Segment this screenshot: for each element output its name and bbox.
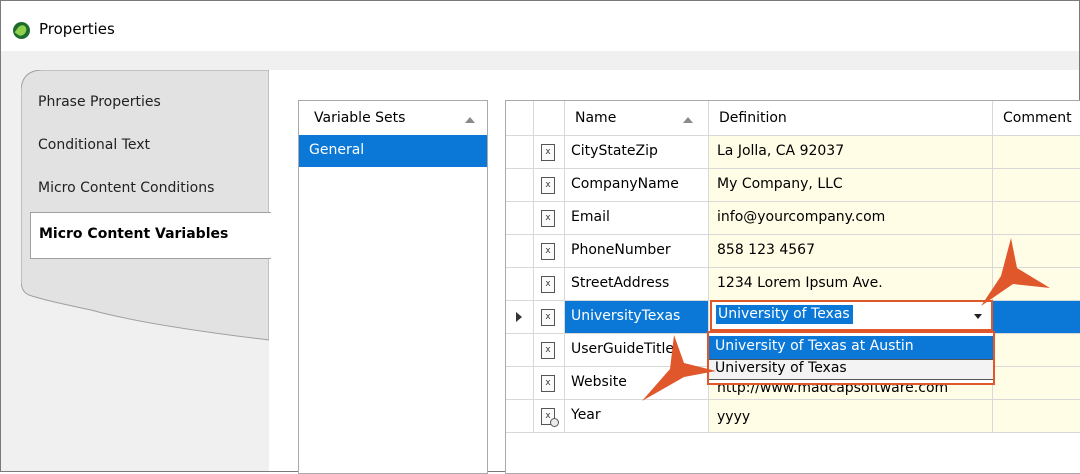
comment-cell[interactable]	[993, 367, 1080, 399]
text-variable-icon: x	[541, 144, 555, 161]
definition-cell[interactable]: My Company, LLC	[709, 169, 993, 201]
name-cell-text: Year	[571, 407, 601, 423]
dropdown-arrow-icon[interactable]	[974, 314, 982, 319]
name-cell-text: Website	[571, 374, 627, 390]
table-row[interactable]: x Email info@yourcompany.com	[506, 202, 1080, 235]
tab-micro-content-variables-label: Micro Content Variables	[39, 226, 229, 242]
name-cell-text: PhoneNumber	[571, 242, 671, 258]
definition-column-header[interactable]: Definition	[709, 101, 993, 136]
row-indicator	[506, 202, 534, 234]
text-variable-icon: x	[541, 375, 555, 392]
name-cell[interactable]: Email	[565, 202, 709, 234]
text-variable-icon: x	[541, 243, 555, 260]
name-column-header[interactable]: Name	[565, 101, 709, 136]
row-indicator	[506, 334, 534, 366]
tab-conditional-text[interactable]: Conditional Text	[38, 137, 150, 153]
text-variable-icon: x	[541, 210, 555, 227]
name-cell[interactable]: UniversityTexas	[565, 301, 709, 333]
name-cell[interactable]: CompanyName	[565, 169, 709, 201]
row-icon-cell: x	[534, 268, 565, 300]
row-icon-cell: x	[534, 334, 565, 366]
comment-cell[interactable]	[993, 334, 1080, 366]
definition-cell[interactable]: info@yourcompany.com	[709, 202, 993, 234]
definition-cell-text: My Company, LLC	[717, 176, 843, 192]
text-variable-icon: x	[541, 177, 555, 194]
callout-arrow-icon	[642, 335, 716, 401]
sort-ascending-icon	[683, 117, 693, 123]
definition-cell-text: La Jolla, CA 92037	[717, 143, 845, 159]
dropdown-option-label: University of Texas at Austin	[715, 338, 914, 354]
variable-set-label: General	[309, 142, 365, 158]
comment-cell[interactable]	[993, 169, 1080, 201]
text-variable-icon: x	[541, 342, 555, 359]
row-indicator	[506, 301, 534, 333]
variable-sets-header-label: Variable Sets	[314, 110, 406, 126]
definition-cell-text: yyyy	[717, 409, 751, 425]
row-icon-cell: x	[534, 202, 565, 234]
row-indicator	[506, 400, 534, 432]
current-row-pointer-icon	[516, 312, 522, 322]
comment-cell[interactable]	[993, 202, 1080, 234]
definition-combo-value: University of Texas	[716, 305, 853, 324]
table-row[interactable]: x CityStateZip La Jolla, CA 92037	[506, 136, 1080, 169]
dropdown-option-label: University of Texas	[715, 360, 847, 376]
definition-cell[interactable]: La Jolla, CA 92037	[709, 136, 993, 168]
text-variable-icon: x	[541, 309, 555, 326]
name-column-label: Name	[575, 110, 617, 126]
name-cell-text: CompanyName	[571, 176, 679, 192]
comment-cell[interactable]	[993, 136, 1080, 168]
definition-cell-text: 858 123 4567	[717, 242, 815, 258]
text-variable-icon: x	[541, 276, 555, 293]
name-cell-text: StreetAddress	[571, 275, 670, 291]
definition-cell-text: info@yourcompany.com	[717, 209, 886, 225]
definition-cell-text: 1234 Lorem Ipsum Ave.	[717, 275, 883, 291]
name-cell-text: UniversityTexas	[571, 308, 681, 324]
tab-micro-content-variables[interactable]: Micro Content Variables	[30, 212, 271, 259]
window-title: Properties	[39, 20, 115, 38]
table-row[interactable]: x CompanyName My Company, LLC	[506, 169, 1080, 202]
definition-cell[interactable]: yyyy	[709, 400, 993, 432]
name-cell[interactable]: StreetAddress	[565, 268, 709, 300]
row-icon-cell: x	[534, 235, 565, 267]
comment-column-label: Comment	[1003, 110, 1072, 126]
definition-column-label: Definition	[719, 110, 787, 126]
dropdown-option[interactable]: University of Texas	[709, 359, 993, 380]
name-cell-text: CityStateZip	[571, 143, 658, 159]
row-icon-cell: x	[534, 400, 565, 432]
comment-column-header[interactable]: Comment	[993, 101, 1080, 136]
row-indicator	[506, 367, 534, 399]
date-variable-icon: x	[541, 408, 559, 427]
row-indicator	[506, 235, 534, 267]
indicator-column-header	[506, 101, 534, 136]
name-cell[interactable]: PhoneNumber	[565, 235, 709, 267]
row-icon-cell: x	[534, 301, 565, 333]
comment-cell[interactable]	[993, 400, 1080, 432]
name-cell[interactable]: CityStateZip	[565, 136, 709, 168]
sort-ascending-icon	[465, 117, 475, 123]
name-cell-text: Email	[571, 209, 610, 225]
row-icon-cell: x	[534, 169, 565, 201]
icon-column-header	[534, 101, 565, 136]
row-icon-cell: x	[534, 136, 565, 168]
definition-cell[interactable]: 1234 Lorem Ipsum Ave.	[709, 268, 993, 300]
table-row[interactable]: x Year yyyy	[506, 400, 1080, 433]
tab-micro-content-conditions[interactable]: Micro Content Conditions	[38, 180, 214, 196]
row-indicator	[506, 136, 534, 168]
title-bar: Properties	[1, 1, 1079, 51]
variable-sets-list[interactable]: Variable Sets General	[298, 100, 488, 474]
row-icon-cell: x	[534, 367, 565, 399]
definition-dropdown-list[interactable]: University of Texas at Austin University…	[707, 331, 995, 385]
variable-set-item[interactable]: General	[299, 135, 487, 167]
variable-sets-header[interactable]: Variable Sets	[299, 101, 487, 136]
definition-cell[interactable]: 858 123 4567	[709, 235, 993, 267]
tab-phrase-properties[interactable]: Phrase Properties	[38, 94, 161, 110]
dropdown-option[interactable]: University of Texas at Austin	[709, 336, 993, 359]
definition-combo-box[interactable]: University of Texas	[710, 300, 993, 331]
row-indicator	[506, 268, 534, 300]
app-logo-icon	[13, 22, 30, 39]
row-indicator	[506, 169, 534, 201]
callout-arrow-icon	[981, 238, 1050, 306]
